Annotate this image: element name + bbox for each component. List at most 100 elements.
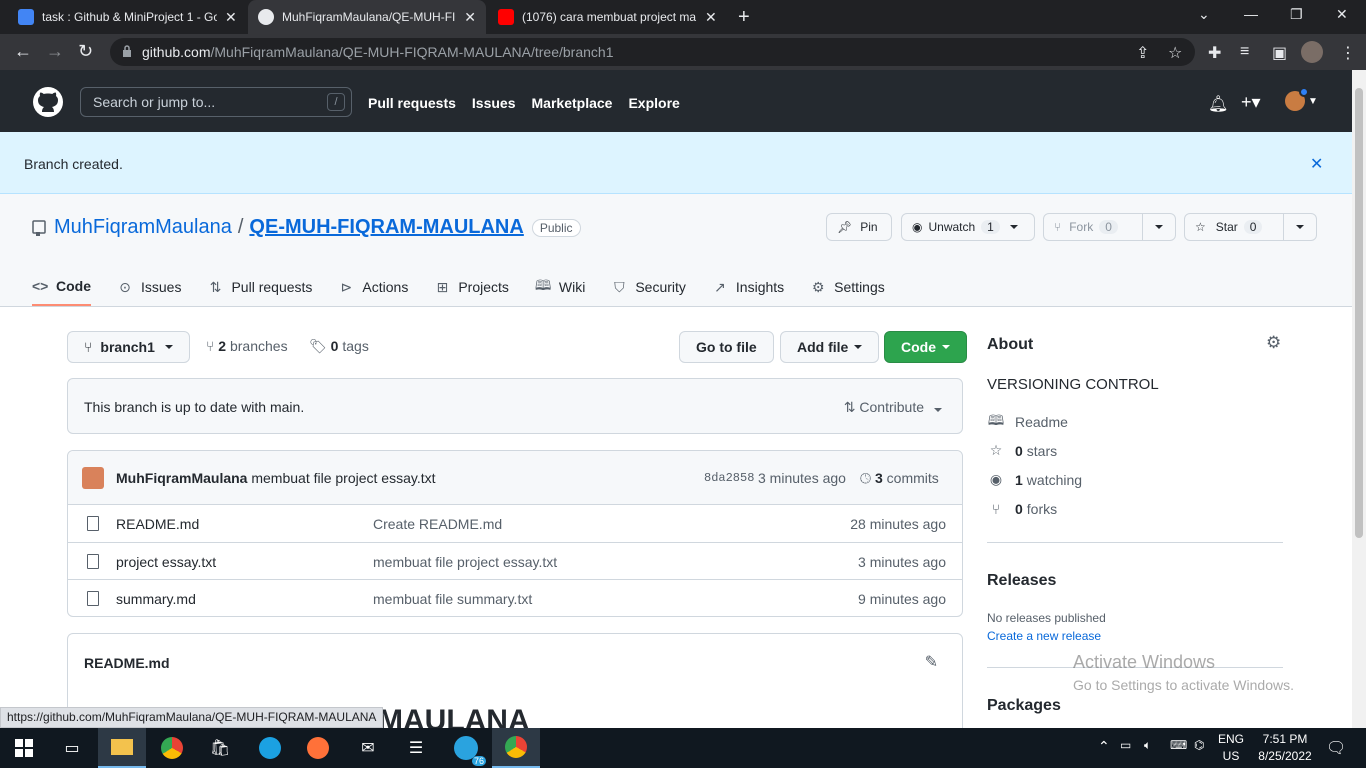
restore-button[interactable]: ❐ xyxy=(1290,6,1303,23)
watching-link[interactable]: ◉ 1 watching xyxy=(987,465,1082,494)
go-to-file-button[interactable]: Go to file xyxy=(679,331,774,363)
create-release-link[interactable]: Create a new release xyxy=(987,629,1101,643)
notifications-bell-icon[interactable]: 🔔︎ xyxy=(1208,94,1228,114)
star-dropdown-button[interactable] xyxy=(1283,213,1317,241)
keyboard-icon[interactable]: ⌨ xyxy=(1170,738,1187,752)
create-new-plus-icon[interactable]: +▾ xyxy=(1241,92,1261,113)
fork-dropdown-button[interactable] xyxy=(1142,213,1176,241)
tags-link[interactable]: 🏷︎ 0 tags xyxy=(309,338,369,355)
network-icon[interactable]: ⌬ xyxy=(1194,738,1204,752)
repo-owner-link[interactable]: MuhFiqramMaulana xyxy=(54,216,232,239)
store-icon[interactable]: 🛍︎ xyxy=(196,728,244,768)
tab-pull-requests[interactable]: ⇅ Pull requests xyxy=(207,268,313,306)
tab-issues[interactable]: ⊙ Issues xyxy=(117,268,181,306)
close-tab-icon[interactable]: ✕ xyxy=(225,9,237,26)
nav-issues[interactable]: Issues xyxy=(472,95,516,111)
address-bar[interactable]: github.com/MuhFiqramMaulana/QE-MUH-FIQRA… xyxy=(110,38,1195,66)
chevron-down-icon[interactable]: ▼ xyxy=(1308,96,1318,107)
commits-link[interactable]: 🕓︎ 3 commits xyxy=(860,470,939,487)
clock[interactable]: 7:51 PM 8/25/2022 xyxy=(1254,732,1316,763)
forks-link[interactable]: ⑂ 0 forks xyxy=(987,494,1057,523)
committer-avatar[interactable] xyxy=(82,467,104,489)
notifications-icon[interactable]: 🗨︎ xyxy=(1326,738,1346,758)
github-logo-icon[interactable] xyxy=(32,86,64,118)
volume-icon[interactable]: 🔈︎ xyxy=(1144,738,1151,753)
file-commit-link[interactable]: Create README.md xyxy=(373,516,502,532)
tab-insights[interactable]: ↗ Insights xyxy=(712,268,784,306)
tab-search-icon[interactable]: ⌄ xyxy=(1198,6,1210,23)
close-tab-icon[interactable]: ✕ xyxy=(705,9,717,26)
flash-close-icon[interactable]: ✕ xyxy=(1310,154,1323,174)
scrollbar-thumb[interactable] xyxy=(1355,88,1363,538)
chrome-icon[interactable] xyxy=(148,728,196,768)
menu-icon[interactable]: ⋮ xyxy=(1340,43,1356,63)
task-view-icon[interactable]: ▭ xyxy=(48,728,96,768)
gear-icon[interactable]: ⚙ xyxy=(1266,333,1281,353)
stars-link[interactable]: ☆ 0 stars xyxy=(987,436,1057,465)
battery-icon[interactable]: ▭ xyxy=(1120,738,1131,752)
reload-icon[interactable]: ↻ xyxy=(78,41,93,62)
code-button[interactable]: Code xyxy=(884,331,967,363)
browser-tab-github[interactable]: MuhFiqramMaulana/QE-MUH-FIQRAM-MAULANA ✕ xyxy=(248,0,486,34)
file-commit-time: 9 minutes ago xyxy=(858,591,946,607)
firefox-icon[interactable] xyxy=(294,728,342,768)
nav-explore[interactable]: Explore xyxy=(628,95,679,111)
language-indicator[interactable]: ENG US xyxy=(1218,732,1244,763)
media-icon[interactable]: ≡ xyxy=(1240,43,1249,61)
tray-overflow-chevron-icon[interactable]: ⌃ xyxy=(1098,738,1110,755)
file-commit-link[interactable]: membuat file summary.txt xyxy=(373,591,532,607)
unwatch-button[interactable]: ◉ Unwatch 1 xyxy=(901,213,1035,241)
file-name-link[interactable]: summary.md xyxy=(116,591,196,607)
file-explorer-icon[interactable] xyxy=(98,728,146,768)
commit-message-link[interactable]: membuat file project essay.txt xyxy=(251,470,435,486)
fork-button[interactable]: ⑂ Fork 0 xyxy=(1043,213,1143,241)
commit-sha-link[interactable]: 8da2858 xyxy=(704,471,754,485)
branches-link[interactable]: ⑂ 2 branches xyxy=(206,338,288,354)
commit-author-link[interactable]: MuhFiqramMaulana xyxy=(116,470,247,486)
chrome-active-icon[interactable] xyxy=(492,728,540,768)
pin-button[interactable]: 📌︎ Pin xyxy=(826,213,892,241)
repo-name-link[interactable]: QE-MUH-FIQRAM-MAULANA xyxy=(249,216,523,239)
tab-actions[interactable]: ⊳ Actions xyxy=(338,268,409,306)
edit-pencil-icon[interactable]: ✎ xyxy=(925,652,938,672)
file-name-link[interactable]: project essay.txt xyxy=(116,554,216,570)
mail-icon[interactable]: ✉ xyxy=(344,728,392,768)
profile-avatar[interactable] xyxy=(1301,41,1323,63)
readme-link[interactable]: 🕮︎ Readme xyxy=(987,407,1068,436)
github-search-input[interactable]: Search or jump to... / xyxy=(80,87,352,117)
nav-pull-requests[interactable]: Pull requests xyxy=(368,95,456,111)
page-scrollbar[interactable] xyxy=(1352,70,1366,728)
tab-security[interactable]: ⛉ Security xyxy=(611,268,686,306)
nav-marketplace[interactable]: Marketplace xyxy=(532,95,613,111)
new-tab-button[interactable]: + xyxy=(738,6,750,29)
minimize-button[interactable]: — xyxy=(1244,6,1258,22)
file-name-link[interactable]: README.md xyxy=(116,516,199,532)
telegram-icon[interactable]: 76 xyxy=(442,728,490,768)
releases-title[interactable]: Releases xyxy=(987,572,1056,590)
edge-icon[interactable] xyxy=(246,728,294,768)
control-panel-icon[interactable]: ☰ xyxy=(392,728,440,768)
add-file-button[interactable]: Add file xyxy=(780,331,880,363)
tab-projects[interactable]: ⊞ Projects xyxy=(434,268,508,306)
browser-tab-docs[interactable]: task : Github & MiniProject 1 - Go ✕ xyxy=(8,0,248,34)
share-icon[interactable]: ⇪ xyxy=(1136,43,1149,63)
browser-tab-youtube[interactable]: (1076) cara membuat project ma ✕ xyxy=(488,0,728,34)
tab-code[interactable]: <> Code xyxy=(32,268,91,306)
packages-title[interactable]: Packages xyxy=(987,697,1061,715)
tab-wiki[interactable]: 🕮︎ Wiki xyxy=(535,268,585,306)
contribute-button[interactable]: ⇅ Contribute xyxy=(844,399,942,416)
side-panel-icon[interactable]: ▣ xyxy=(1272,43,1287,63)
branch-select-button[interactable]: ⑂ branch1 xyxy=(67,331,190,363)
extensions-icon[interactable]: ✚ xyxy=(1208,43,1221,63)
back-icon[interactable]: ← xyxy=(14,41,32,62)
start-button[interactable] xyxy=(0,728,48,768)
user-avatar-menu[interactable] xyxy=(1285,87,1309,111)
tab-settings[interactable]: ⚙ Settings xyxy=(810,268,885,306)
close-tab-icon[interactable]: ✕ xyxy=(464,9,476,26)
github-icon xyxy=(258,9,274,25)
forward-icon[interactable]: → xyxy=(46,41,64,62)
bookmark-star-icon[interactable]: ☆ xyxy=(1168,43,1182,63)
star-button[interactable]: ☆ Star 0 xyxy=(1184,213,1284,241)
close-window-button[interactable]: ✕ xyxy=(1336,6,1348,23)
file-commit-link[interactable]: membuat file project essay.txt xyxy=(373,554,557,570)
